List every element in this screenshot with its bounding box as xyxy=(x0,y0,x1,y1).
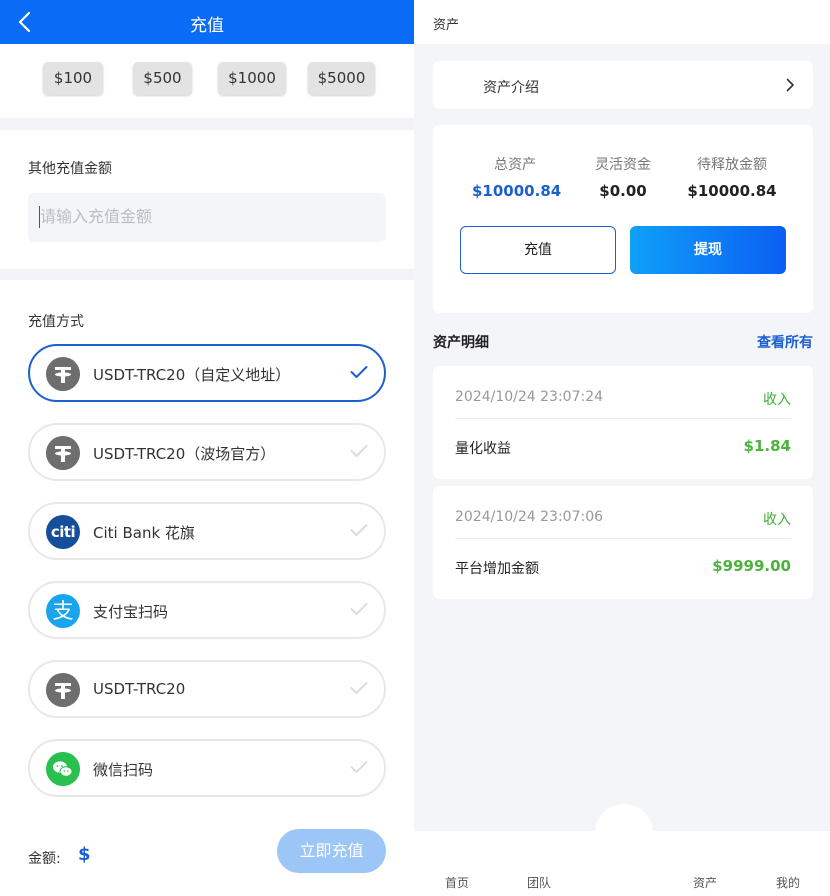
record-date: 2024/10/24 23:07:24 xyxy=(455,389,604,405)
section-divider xyxy=(0,269,414,280)
recharge-page: 充值 $100 $500 $1000 $5000 其他充值金额 充值方式 USD… xyxy=(0,0,414,896)
transaction-record[interactable]: 2024/10/24 23:07:06 收入 平台增加金额 $9999.00 xyxy=(433,486,813,599)
asset-detail-title: 资产明细 xyxy=(433,335,489,351)
amount-summary: 金额: $ xyxy=(28,844,91,868)
submit-recharge-button[interactable]: 立即充值 xyxy=(277,829,386,873)
assets-header: 资产 xyxy=(414,0,830,44)
page-title: 充值 xyxy=(190,16,224,36)
withdraw-button[interactable]: 提现 xyxy=(630,226,786,274)
method-wechat[interactable]: 微信扫码 xyxy=(28,739,386,797)
recharge-header: 充值 xyxy=(0,0,414,44)
record-amount: $9999.00 xyxy=(712,557,791,575)
asset-intro-row[interactable]: 资产介绍 xyxy=(433,61,813,109)
quick-amount-1000-button[interactable]: $1000 xyxy=(218,62,286,95)
alipay-icon: 支 xyxy=(46,594,80,628)
quick-amount-100-button[interactable]: $100 xyxy=(43,62,103,95)
pending-release-stat: 待释放金额 $10000.84 xyxy=(687,154,777,200)
other-amount-label: 其他充值金额 xyxy=(28,161,112,177)
tether-icon xyxy=(46,673,80,707)
method-label: 支付宝扫码 xyxy=(93,603,169,621)
transaction-record[interactable]: 2024/10/24 23:07:24 收入 量化收益 $1.84 xyxy=(433,366,813,479)
asset-intro-label: 资产介绍 xyxy=(483,80,539,96)
method-label: 微信扫码 xyxy=(93,761,154,779)
stat-label: 灵活资金 xyxy=(595,157,651,173)
section-divider xyxy=(0,118,414,130)
tether-icon xyxy=(46,436,80,470)
divider xyxy=(455,418,791,419)
flexible-funds-stat: 灵活资金 $0.00 xyxy=(589,154,657,200)
quick-amount-500-button[interactable]: $500 xyxy=(133,62,192,95)
tab-assets[interactable]: 资产 xyxy=(693,874,717,891)
method-label: USDT-TRC20（自定义地址） xyxy=(93,366,291,384)
stat-label: 总资产 xyxy=(494,157,536,173)
asset-summary-card: 总资产 $10000.84 灵活资金 $0.00 待释放金额 $10000.84… xyxy=(433,125,813,313)
wechat-icon xyxy=(46,752,80,786)
tether-icon xyxy=(46,357,80,391)
method-citi-bank[interactable]: citi Citi Bank 花旗 xyxy=(28,502,386,560)
record-name: 量化收益 xyxy=(455,441,511,457)
page-title: 资产 xyxy=(433,18,460,33)
method-section-label: 充值方式 xyxy=(28,314,84,330)
assets-page: 资产 资产介绍 总资产 $10000.84 灵活资金 $0.00 待释放金额 $… xyxy=(414,0,830,896)
stat-label: 待释放金额 xyxy=(697,157,767,173)
check-icon xyxy=(350,445,368,457)
method-usdt-official[interactable]: USDT-TRC20（波场官方） xyxy=(28,423,386,481)
record-type: 收入 xyxy=(763,512,791,528)
amount-label: 金额: xyxy=(28,851,61,867)
stat-value: $10000.84 xyxy=(472,182,562,200)
view-all-link[interactable]: 查看所有 xyxy=(757,332,813,352)
center-tab-button[interactable] xyxy=(595,804,653,862)
method-alipay[interactable]: 支 支付宝扫码 xyxy=(28,581,386,639)
text-caret xyxy=(39,206,40,228)
check-icon xyxy=(350,366,368,378)
divider xyxy=(455,538,791,539)
stat-value: $10000.84 xyxy=(687,182,777,200)
citi-icon: citi xyxy=(46,515,80,549)
method-label: USDT-TRC20 xyxy=(93,680,186,698)
check-icon xyxy=(350,761,368,773)
record-amount: $1.84 xyxy=(743,437,791,455)
quick-amount-5000-button[interactable]: $5000 xyxy=(308,62,375,95)
chevron-right-icon xyxy=(786,78,794,92)
record-name: 平台增加金额 xyxy=(455,561,539,577)
total-assets-stat: 总资产 $10000.84 xyxy=(472,154,562,200)
recharge-button[interactable]: 充值 xyxy=(460,226,616,274)
method-usdt[interactable]: USDT-TRC20 xyxy=(28,660,386,718)
method-usdt-custom[interactable]: USDT-TRC20（自定义地址） xyxy=(28,344,386,402)
method-label: USDT-TRC20（波场官方） xyxy=(93,445,276,463)
check-icon xyxy=(350,603,368,615)
check-icon xyxy=(350,682,368,694)
stat-value: $0.00 xyxy=(599,182,647,200)
tab-team[interactable]: 团队 xyxy=(527,874,551,891)
currency-symbol: $ xyxy=(78,844,91,865)
quick-amount-group: $100 $500 $1000 $5000 xyxy=(0,62,414,96)
check-icon xyxy=(350,524,368,536)
amount-input[interactable] xyxy=(28,193,386,242)
tab-mine[interactable]: 我的 xyxy=(776,874,800,891)
record-date: 2024/10/24 23:07:06 xyxy=(455,509,604,525)
record-type: 收入 xyxy=(763,392,791,408)
tab-home[interactable]: 首页 xyxy=(445,874,469,891)
method-label: Citi Bank 花旗 xyxy=(93,524,195,542)
